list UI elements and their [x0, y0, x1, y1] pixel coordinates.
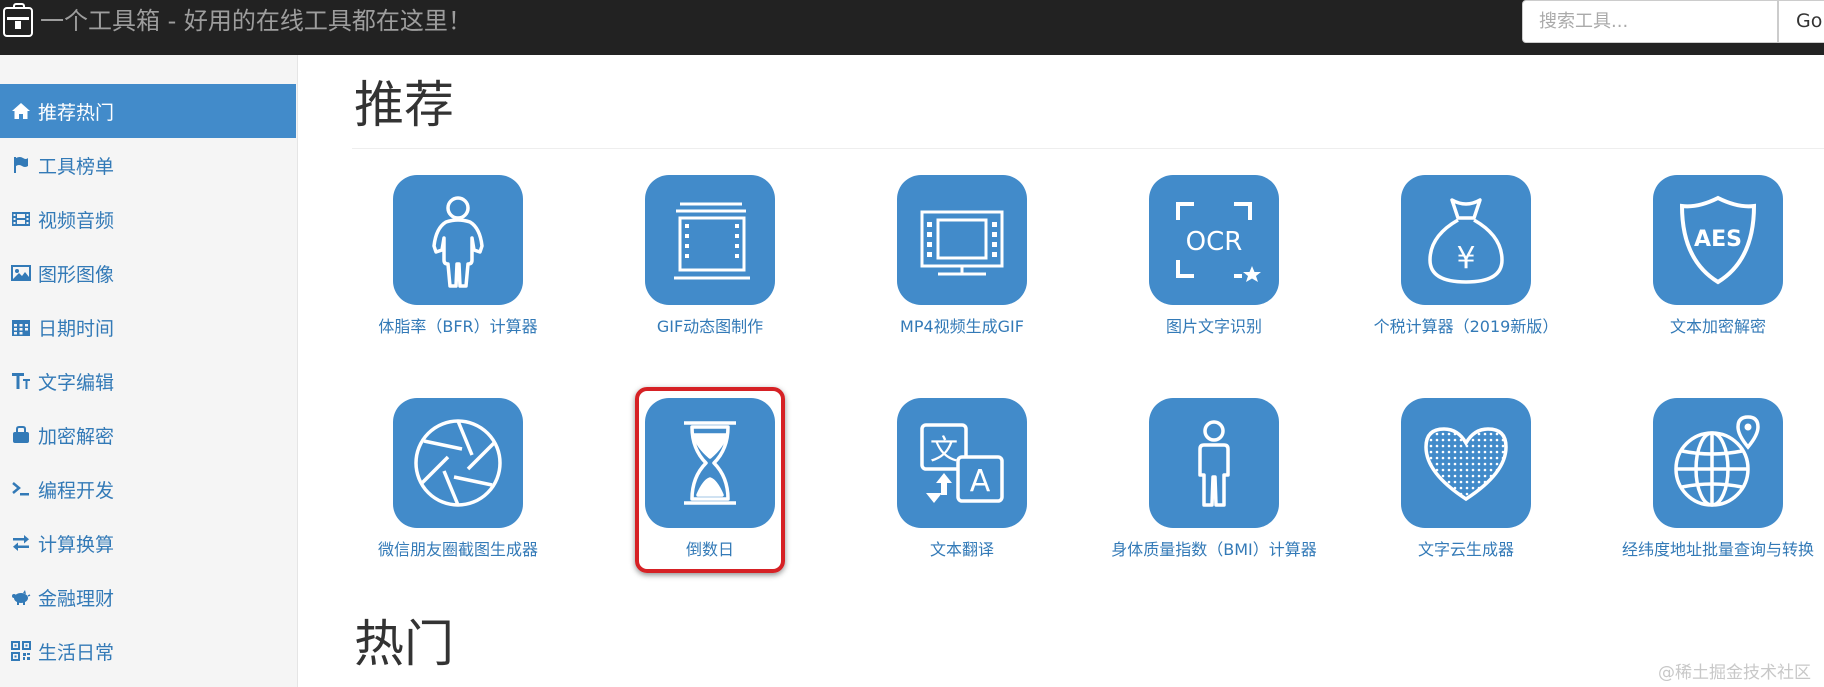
aes-shield-icon: AES	[1653, 175, 1783, 305]
globe-pin-icon	[1653, 398, 1783, 528]
body-figure-icon	[393, 175, 523, 305]
tool-label: 个税计算器（2019新版）	[1373, 317, 1559, 336]
tool-wechat-moments-generator[interactable]: 微信朋友圈截图生成器	[338, 398, 578, 578]
section-title-hot: 热门	[354, 615, 454, 673]
translate-source-text: 文	[930, 433, 958, 466]
briefcase-icon	[10, 424, 32, 446]
ocr-icon-text: OCR	[1186, 227, 1243, 257]
money-bag-icon: ¥	[1401, 175, 1531, 305]
translate-target-text: A	[970, 464, 991, 499]
yen-icon-text: ¥	[1456, 241, 1475, 276]
tool-word-cloud[interactable]: 文字云生成器	[1346, 398, 1586, 578]
heart-dots-icon	[1401, 398, 1531, 528]
tool-mp4-to-gif[interactable]: MP4视频生成GIF	[842, 175, 1082, 355]
tool-label: 身体质量指数（BMI）计算器	[1111, 540, 1317, 559]
flag-icon	[10, 154, 32, 176]
highlight-box	[635, 387, 785, 573]
tool-tax-calculator[interactable]: ¥ 个税计算器（2019新版）	[1346, 175, 1586, 355]
sidebar-item-label: 日期时间	[38, 317, 115, 340]
sidebar-item-recommended[interactable]: 推荐热门	[0, 84, 296, 138]
home-icon	[10, 100, 32, 122]
person-icon	[1149, 398, 1279, 528]
tool-label: 经纬度地址批量查询与转换	[1621, 540, 1814, 559]
text-height-icon	[10, 370, 32, 392]
sidebar-item-calculation[interactable]: 计算换算	[0, 516, 296, 570]
translate-icon: 文 A	[897, 398, 1027, 528]
sidebar-item-rankings[interactable]: 工具榜单	[0, 138, 296, 192]
tool-gif-maker[interactable]: GIF动态图制作	[590, 175, 830, 355]
tool-text-translate[interactable]: 文 A 文本翻译	[842, 398, 1082, 578]
tool-text-encrypt[interactable]: AES 文本加密解密	[1598, 175, 1824, 355]
aperture-icon	[393, 398, 523, 528]
sidebar-item-label: 工具榜单	[38, 155, 115, 178]
top-navbar: 一个工具箱 - 好用的在线工具都在这里！ Go	[0, 0, 1824, 55]
film-icon	[10, 208, 32, 230]
ocr-icon: OCR	[1149, 175, 1279, 305]
tool-label: 文本加密解密	[1669, 317, 1766, 336]
sidebar-item-finance[interactable]: 金融理财	[0, 570, 296, 624]
sidebar-item-programming[interactable]: 编程开发	[0, 462, 296, 516]
watermark: @稀土掘金技术社区	[1658, 663, 1811, 683]
sidebar-item-label: 金融理财	[38, 587, 115, 610]
tool-ocr[interactable]: OCR 图片文字识别	[1094, 175, 1334, 355]
aes-icon-text: AES	[1694, 227, 1742, 252]
piggy-bank-icon	[10, 586, 32, 608]
qrcode-icon	[10, 640, 32, 662]
tool-label: 文字云生成器	[1417, 540, 1514, 559]
image-icon	[10, 262, 32, 284]
tool-bmi-calculator[interactable]: 身体质量指数（BMI）计算器	[1094, 398, 1334, 578]
monitor-film-icon	[897, 175, 1027, 305]
divider	[352, 148, 1824, 149]
sidebar-item-daily-life[interactable]: 生活日常	[0, 624, 296, 678]
tool-label: 体脂率（BFR）计算器	[378, 317, 538, 336]
sidebar-item-video-audio[interactable]: 视频音频	[0, 192, 296, 246]
terminal-icon	[10, 478, 32, 500]
tool-label: 文本翻译	[929, 540, 994, 559]
sidebar-item-label: 生活日常	[38, 641, 115, 664]
sidebar-item-text-edit[interactable]: 文字编辑	[0, 354, 296, 408]
sidebar-item-label: 视频音频	[38, 209, 115, 232]
tool-body-fat-rate[interactable]: 体脂率（BFR）计算器	[338, 175, 578, 355]
search-input[interactable]	[1522, 0, 1778, 43]
sidebar-item-label: 计算换算	[38, 533, 115, 556]
film-strip-icon	[645, 175, 775, 305]
sidebar-item-label: 编程开发	[38, 479, 115, 502]
sidebar-item-encryption[interactable]: 加密解密	[0, 408, 296, 462]
tool-label: GIF动态图制作	[656, 317, 764, 336]
sidebar-item-label: 文字编辑	[38, 371, 115, 394]
site-title[interactable]: 一个工具箱 - 好用的在线工具都在这里！	[40, 6, 472, 36]
sidebar-item-datetime[interactable]: 日期时间	[0, 300, 296, 354]
go-button[interactable]: Go	[1778, 0, 1824, 43]
section-title-recommended: 推荐	[354, 76, 454, 134]
tool-label: 图片文字识别	[1165, 317, 1262, 336]
sidebar-item-label: 图形图像	[38, 263, 115, 286]
sidebar-item-label: 推荐热门	[38, 101, 115, 124]
exchange-icon	[10, 532, 32, 554]
tool-label: 微信朋友圈截图生成器	[377, 540, 538, 559]
toolbox-logo-icon[interactable]	[3, 3, 33, 37]
calendar-icon	[10, 316, 32, 338]
tool-geo-batch-query[interactable]: 经纬度地址批量查询与转换	[1598, 398, 1824, 578]
tool-label: MP4视频生成GIF	[900, 317, 1024, 336]
sidebar-item-label: 加密解密	[38, 425, 115, 448]
sidebar-item-graphics[interactable]: 图形图像	[0, 246, 296, 300]
sidebar: 推荐热门 工具榜单 视频音频 图形图像 日期时间 文字编辑 加密解密 编程开发 …	[0, 55, 298, 687]
